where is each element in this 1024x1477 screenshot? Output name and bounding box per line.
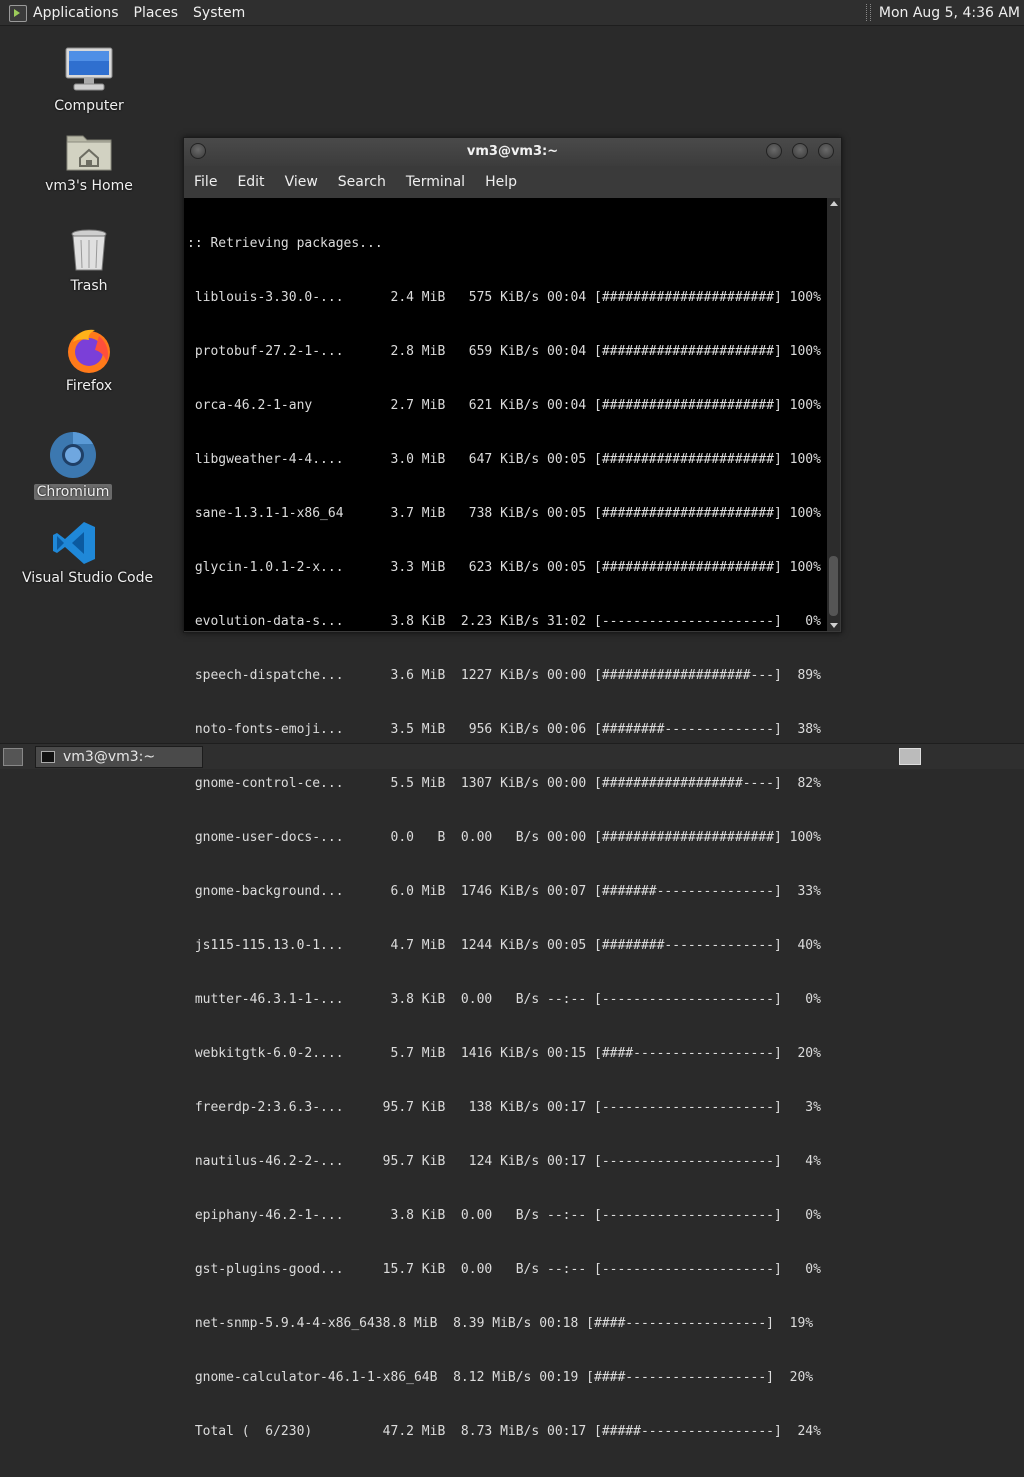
top-panel: Applications Places System Mon Aug 5, 4:… — [0, 0, 1024, 26]
scroll-up-arrow-icon[interactable] — [830, 201, 838, 206]
terminal-line: epiphany-46.2-1-... 3.8 KiB 0.00 B/s --:… — [187, 1208, 821, 1223]
applications-menu-icon[interactable] — [9, 4, 27, 22]
terminal-line: speech-dispatche... 3.6 MiB 1227 KiB/s 0… — [187, 668, 821, 683]
workspace-switcher[interactable] — [899, 748, 921, 765]
bottom-panel: vm3@vm3:~ — [0, 743, 1024, 769]
terminal-line: js115-115.13.0-1... 4.7 MiB 1244 KiB/s 0… — [187, 938, 821, 953]
scrollbar-thumb[interactable] — [829, 556, 838, 616]
terminal-line: Total ( 6/230) 47.2 MiB 8.73 MiB/s 00:17… — [187, 1424, 821, 1439]
terminal-line: gnome-user-docs-... 0.0 B 0.00 B/s 00:00… — [187, 830, 821, 845]
terminal-line: evolution-data-s... 3.8 KiB 2.23 KiB/s 3… — [187, 614, 821, 629]
menu-file[interactable]: File — [194, 174, 217, 190]
terminal-window[interactable]: vm3@vm3:~ File Edit View Search Terminal… — [183, 137, 842, 1439]
desktop-icon-label: Firefox — [65, 378, 113, 394]
terminal-line: mutter-46.3.1-1-... 3.8 KiB 0.00 B/s --:… — [187, 992, 821, 1007]
terminal-line: gst-plugins-good... 15.7 KiB 0.00 B/s --… — [187, 1262, 821, 1277]
computer-icon — [64, 46, 114, 94]
menu-help[interactable]: Help — [485, 174, 517, 190]
taskbar-window-label: vm3@vm3:~ — [63, 749, 156, 765]
terminal-line: webkitgtk-6.0-2.... 5.7 MiB 1416 KiB/s 0… — [187, 1046, 821, 1061]
terminal-line: noto-fonts-emoji... 3.5 MiB 956 KiB/s 00… — [187, 722, 821, 737]
taskbar-window-button[interactable]: vm3@vm3:~ — [35, 746, 203, 768]
desktop-icon-label: Chromium — [33, 484, 113, 500]
terminal-line: net-snmp-5.9.4-4-x86_6438.8 MiB 8.39 MiB… — [187, 1316, 814, 1331]
terminal-line: gnome-calculator-46.1-1-x86_64B 8.12 MiB… — [187, 1370, 814, 1385]
terminal-icon — [41, 751, 55, 763]
window-menu-button[interactable] — [190, 143, 206, 159]
terminal-line: liblouis-3.30.0-... 2.4 MiB 575 KiB/s 00… — [187, 290, 821, 305]
chromium-icon — [48, 430, 98, 480]
window-titlebar[interactable]: vm3@vm3:~ — [184, 138, 841, 166]
desktop-icon-trash[interactable]: Trash — [34, 228, 144, 294]
desktop-icon-computer[interactable]: Computer — [34, 46, 144, 114]
close-button[interactable] — [818, 143, 834, 159]
menu-terminal[interactable]: Terminal — [406, 174, 465, 190]
terminal-line: sane-1.3.1-1-x86_64 3.7 MiB 738 KiB/s 00… — [187, 506, 821, 521]
desktop-icon-chromium[interactable]: Chromium — [18, 430, 128, 500]
terminal-line: gnome-control-ce... 5.5 MiB 1307 KiB/s 0… — [187, 776, 821, 791]
terminal-line: nautilus-46.2-2-... 95.7 KiB 124 KiB/s 0… — [187, 1154, 821, 1169]
scroll-down-arrow-icon[interactable] — [830, 623, 838, 628]
clock[interactable]: Mon Aug 5, 4:36 AM — [879, 5, 1020, 21]
maximize-button[interactable] — [792, 143, 808, 159]
terminal-output[interactable]: :: Retrieving packages... liblouis-3.30.… — [184, 198, 827, 1439]
desktop-icon-label: Visual Studio Code — [22, 570, 154, 586]
desktop-icon-home[interactable]: vm3's Home — [34, 128, 144, 194]
firefox-icon — [65, 326, 113, 374]
terminal-line: protobuf-27.2-1-... 2.8 MiB 659 KiB/s 00… — [187, 344, 821, 359]
terminal-scrollbar[interactable] — [827, 198, 840, 631]
terminal-line: freerdp-2:3.6.3-... 95.7 KiB 138 KiB/s 0… — [187, 1100, 821, 1115]
terminal-line: :: Retrieving packages... — [187, 236, 383, 251]
terminal-lines: :: Retrieving packages... liblouis-3.30.… — [187, 199, 821, 1477]
minimize-button[interactable] — [766, 143, 782, 159]
terminal-line: orca-46.2-1-any 2.7 MiB 621 KiB/s 00:04 … — [187, 398, 821, 413]
panel-grip-handle[interactable] — [865, 4, 871, 21]
places-menu[interactable]: Places — [134, 5, 179, 21]
desktop-icon-label: Trash — [70, 278, 108, 294]
menu-view[interactable]: View — [285, 174, 318, 190]
menu-search[interactable]: Search — [338, 174, 386, 190]
desktop-icon-firefox[interactable]: Firefox — [34, 326, 144, 394]
home-folder-icon — [64, 128, 114, 174]
vscode-icon — [51, 520, 97, 566]
terminal-line: libgweather-4-4.... 3.0 MiB 647 KiB/s 00… — [187, 452, 821, 467]
desktop-icon-vscode[interactable]: Visual Studio Code — [19, 520, 153, 586]
desktop-icon-label: Computer — [54, 98, 124, 114]
system-menu[interactable]: System — [193, 5, 245, 21]
show-desktop-icon[interactable] — [3, 748, 23, 766]
terminal-line: glycin-1.0.1-2-x... 3.3 MiB 623 KiB/s 00… — [187, 560, 821, 575]
terminal-menubar: File Edit View Search Terminal Help — [184, 171, 841, 193]
applications-menu[interactable]: Applications — [33, 5, 119, 21]
window-title: vm3@vm3:~ — [466, 144, 559, 159]
trash-icon — [69, 228, 109, 274]
menu-edit[interactable]: Edit — [237, 174, 264, 190]
desktop-icon-label: vm3's Home — [45, 178, 133, 194]
terminal-line: gnome-background... 6.0 MiB 1746 KiB/s 0… — [187, 884, 821, 899]
